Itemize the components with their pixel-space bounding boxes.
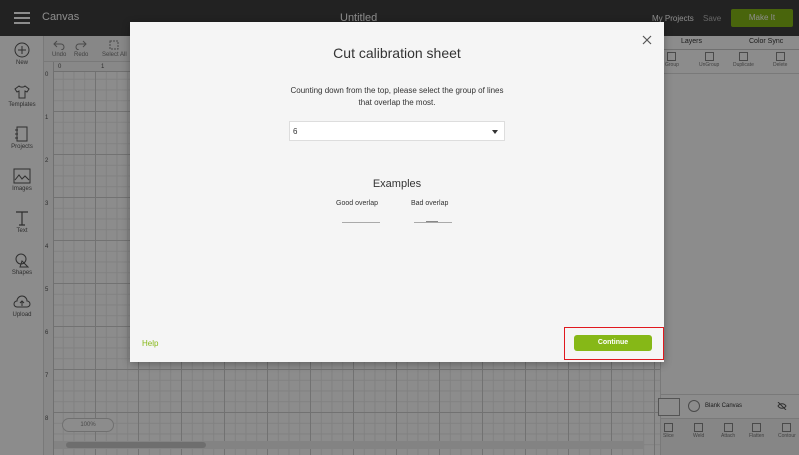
help-link[interactable]: Help [142,339,158,348]
dialog-title: Cut calibration sheet [333,45,461,61]
bad-overlap-offset-line [426,221,438,222]
overlap-group-select[interactable]: 6 [289,121,505,141]
chevron-down-icon [492,130,498,134]
bad-overlap-label: Bad overlap [411,200,449,207]
dialog-instruction: Counting down from the top, please selec… [290,86,504,107]
continue-highlight-box [564,327,664,360]
cut-calibration-dialog: Cut calibration sheet Counting down from… [130,22,664,362]
good-overlap-label: Good overlap [336,200,379,207]
good-overlap-example-line [342,222,380,223]
overlap-group-value: 6 [293,127,298,136]
bad-overlap-example-line [414,222,452,223]
examples-heading: Examples [372,178,422,190]
